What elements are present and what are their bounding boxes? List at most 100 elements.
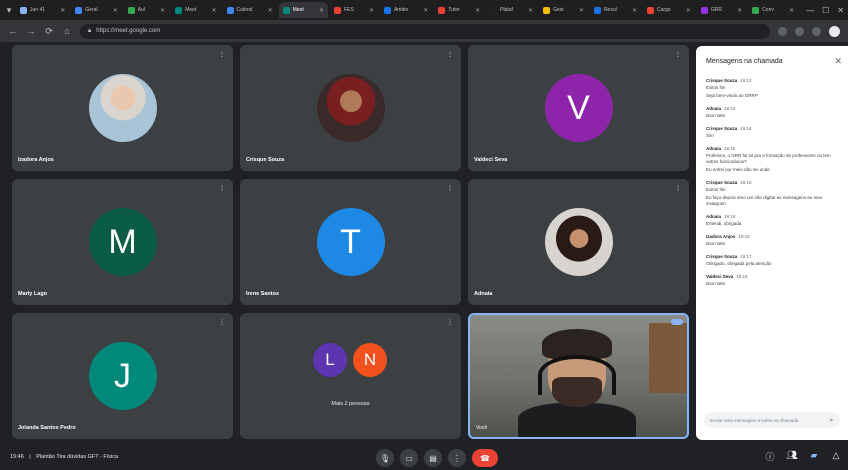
tab-close-icon[interactable]: ✕ (113, 7, 118, 14)
more-options-icon[interactable]: ⋮ (219, 319, 225, 326)
participant-tile[interactable]: T ⋮ Irene Santos (240, 179, 461, 305)
more-options-icon[interactable]: ⋮ (675, 51, 681, 58)
tab-close-icon[interactable]: ✕ (475, 7, 480, 14)
tab-close-icon[interactable]: ✕ (212, 7, 217, 14)
more-options-icon[interactable]: ⋮ (447, 185, 453, 192)
tab-label: Ambie (393, 7, 409, 13)
pin-badge[interactable] (671, 319, 683, 325)
others-count-label: Mais 2 pessoas (331, 401, 370, 407)
address-bar: ← → ⟳ ⌂ 🔒︎ https://meet.google.com (0, 20, 848, 42)
chat-input[interactable]: Enviar uma mensagem a todos na chamada ➤ (704, 412, 840, 428)
browser-tab[interactable]: Plataf ✕ (486, 2, 537, 18)
tab-label: Calend (236, 7, 253, 13)
chat-time: 19:14 (740, 126, 752, 131)
browser-tab[interactable]: Ambie ✕ (380, 2, 432, 18)
tab-favicon (593, 6, 601, 14)
chat-message: Valdeci Seva 19:18 Boa noite (706, 274, 836, 287)
tab-close-icon[interactable]: ✕ (579, 7, 584, 14)
browser-tab[interactable]: FES ✕ (330, 2, 378, 18)
browser-tab[interactable]: Calend ✕ (223, 2, 277, 18)
participant-tile[interactable]: M ⋮ Marly Lago (12, 179, 233, 305)
profile-avatar[interactable] (829, 25, 840, 37)
captions-icon[interactable]: ▤ (424, 449, 442, 467)
tab-close-icon[interactable]: ✕ (737, 7, 742, 14)
end-call-button[interactable]: ☎︎ (472, 449, 498, 467)
maximize-icon[interactable]: ☐ (822, 6, 829, 15)
extension-icon[interactable] (812, 26, 821, 36)
participant-name: Você (476, 425, 488, 431)
home-icon[interactable]: ⌂ (62, 26, 72, 36)
minimize-icon[interactable]: — (806, 6, 814, 15)
tab-label: Meet (185, 7, 197, 13)
browser-tab[interactable]: Conv ✕ (748, 2, 798, 18)
microphone-icon[interactable]: 🎙︎ (376, 449, 394, 467)
tab-favicon (127, 6, 135, 14)
browser-tab[interactable]: Aul ✕ (124, 2, 169, 18)
tab-favicon (75, 6, 83, 14)
extension-icon[interactable] (778, 26, 787, 36)
browser-tab[interactable]: Resul ✕ (590, 2, 641, 18)
participant-avatar: J (88, 342, 157, 410)
self-video-tile[interactable]: Você (468, 313, 689, 439)
send-icon[interactable]: ➤ (829, 417, 834, 424)
window-controls: — ☐ ✕ (800, 6, 844, 15)
chat-message-header: Izadora Anjos 19:16 (706, 234, 836, 239)
participant-tile[interactable]: V ⋮ Valdeci Seva (468, 45, 689, 171)
browser-tab[interactable]: Tutor ✕ (434, 2, 484, 18)
url-field[interactable]: 🔒︎ https://meet.google.com (80, 23, 770, 39)
participant-name: Marly Lago (18, 291, 48, 297)
others-tile[interactable]: L N ⋮ Mais 2 pessoas (240, 313, 461, 439)
more-options-icon[interactable]: ⋮ (219, 185, 225, 192)
participant-name: Valdeci Seva (474, 157, 508, 163)
tab-label: Gest (553, 7, 564, 13)
tab-label: Meet (292, 7, 304, 13)
tab-search-icon[interactable]: ▾ (4, 5, 14, 16)
activities-icon[interactable]: △ (830, 450, 842, 463)
people-icon[interactable]: 👥︎ (786, 450, 798, 463)
participant-tile[interactable]: ⋮ Izadora Anjos (12, 45, 233, 171)
tab-favicon (226, 6, 234, 14)
close-icon[interactable]: ✕ (834, 56, 842, 67)
tab-close-icon[interactable]: ✕ (160, 7, 165, 14)
tab-favicon (334, 6, 341, 14)
browser-tab[interactable]: Geral ✕ (71, 2, 121, 18)
tab-close-icon[interactable]: ✕ (686, 7, 691, 14)
participant-tile[interactable]: J ⋮ Jolanda Santos Pedro (12, 313, 233, 439)
chat-title: Mensagens na chamada (706, 58, 783, 65)
chat-icon[interactable]: ▰ (808, 450, 820, 463)
tab-close-icon[interactable]: ✕ (319, 7, 324, 14)
tab-close-icon[interactable]: ✕ (632, 7, 637, 14)
browser-tab[interactable]: Meet ✕ (278, 2, 328, 18)
tab-label: Conv (762, 7, 774, 13)
more-options-icon[interactable]: ⋮ (675, 185, 681, 192)
extension-icon[interactable] (795, 26, 804, 36)
tab-close-icon[interactable]: ✕ (423, 7, 428, 14)
camera-icon[interactable]: ▭ (400, 449, 418, 467)
browser-tab[interactable]: Jun 41 ✕ (16, 2, 69, 18)
more-options-icon[interactable]: ⋮ (448, 449, 466, 467)
close-window-icon[interactable]: ✕ (837, 6, 844, 15)
info-icon[interactable]: ⓘ (764, 450, 776, 463)
chat-time: 19:13 (724, 106, 736, 111)
browser-tab[interactable]: Meet ✕ (171, 2, 220, 18)
more-options-icon[interactable]: ⋮ (219, 51, 225, 58)
browser-tab[interactable]: Gest ✕ (539, 2, 588, 18)
browser-tab[interactable]: GRR ✕ (697, 2, 746, 18)
tab-close-icon[interactable]: ✕ (369, 7, 374, 14)
tab-close-icon[interactable]: ✕ (789, 7, 794, 14)
participant-tile[interactable]: ⋮ Crisque Souza (240, 45, 461, 171)
participant-tile[interactable]: ⋮ Adnaia (468, 179, 689, 305)
tab-favicon (438, 6, 446, 14)
more-options-icon[interactable]: ⋮ (447, 51, 453, 58)
forward-icon[interactable]: → (26, 26, 36, 36)
tab-close-icon[interactable]: ✕ (268, 7, 273, 14)
reload-icon[interactable]: ⟳ (44, 26, 54, 37)
tab-label: FES (344, 7, 354, 13)
back-icon[interactable]: ← (8, 26, 18, 36)
tab-close-icon[interactable]: ✕ (60, 7, 65, 14)
tab-favicon (646, 6, 654, 14)
chat-sender: Crisque Souza (706, 126, 738, 131)
tab-close-icon[interactable]: ✕ (528, 7, 533, 14)
more-options-icon[interactable]: ⋮ (447, 319, 453, 326)
browser-tab[interactable]: Cargo ✕ (643, 2, 695, 18)
